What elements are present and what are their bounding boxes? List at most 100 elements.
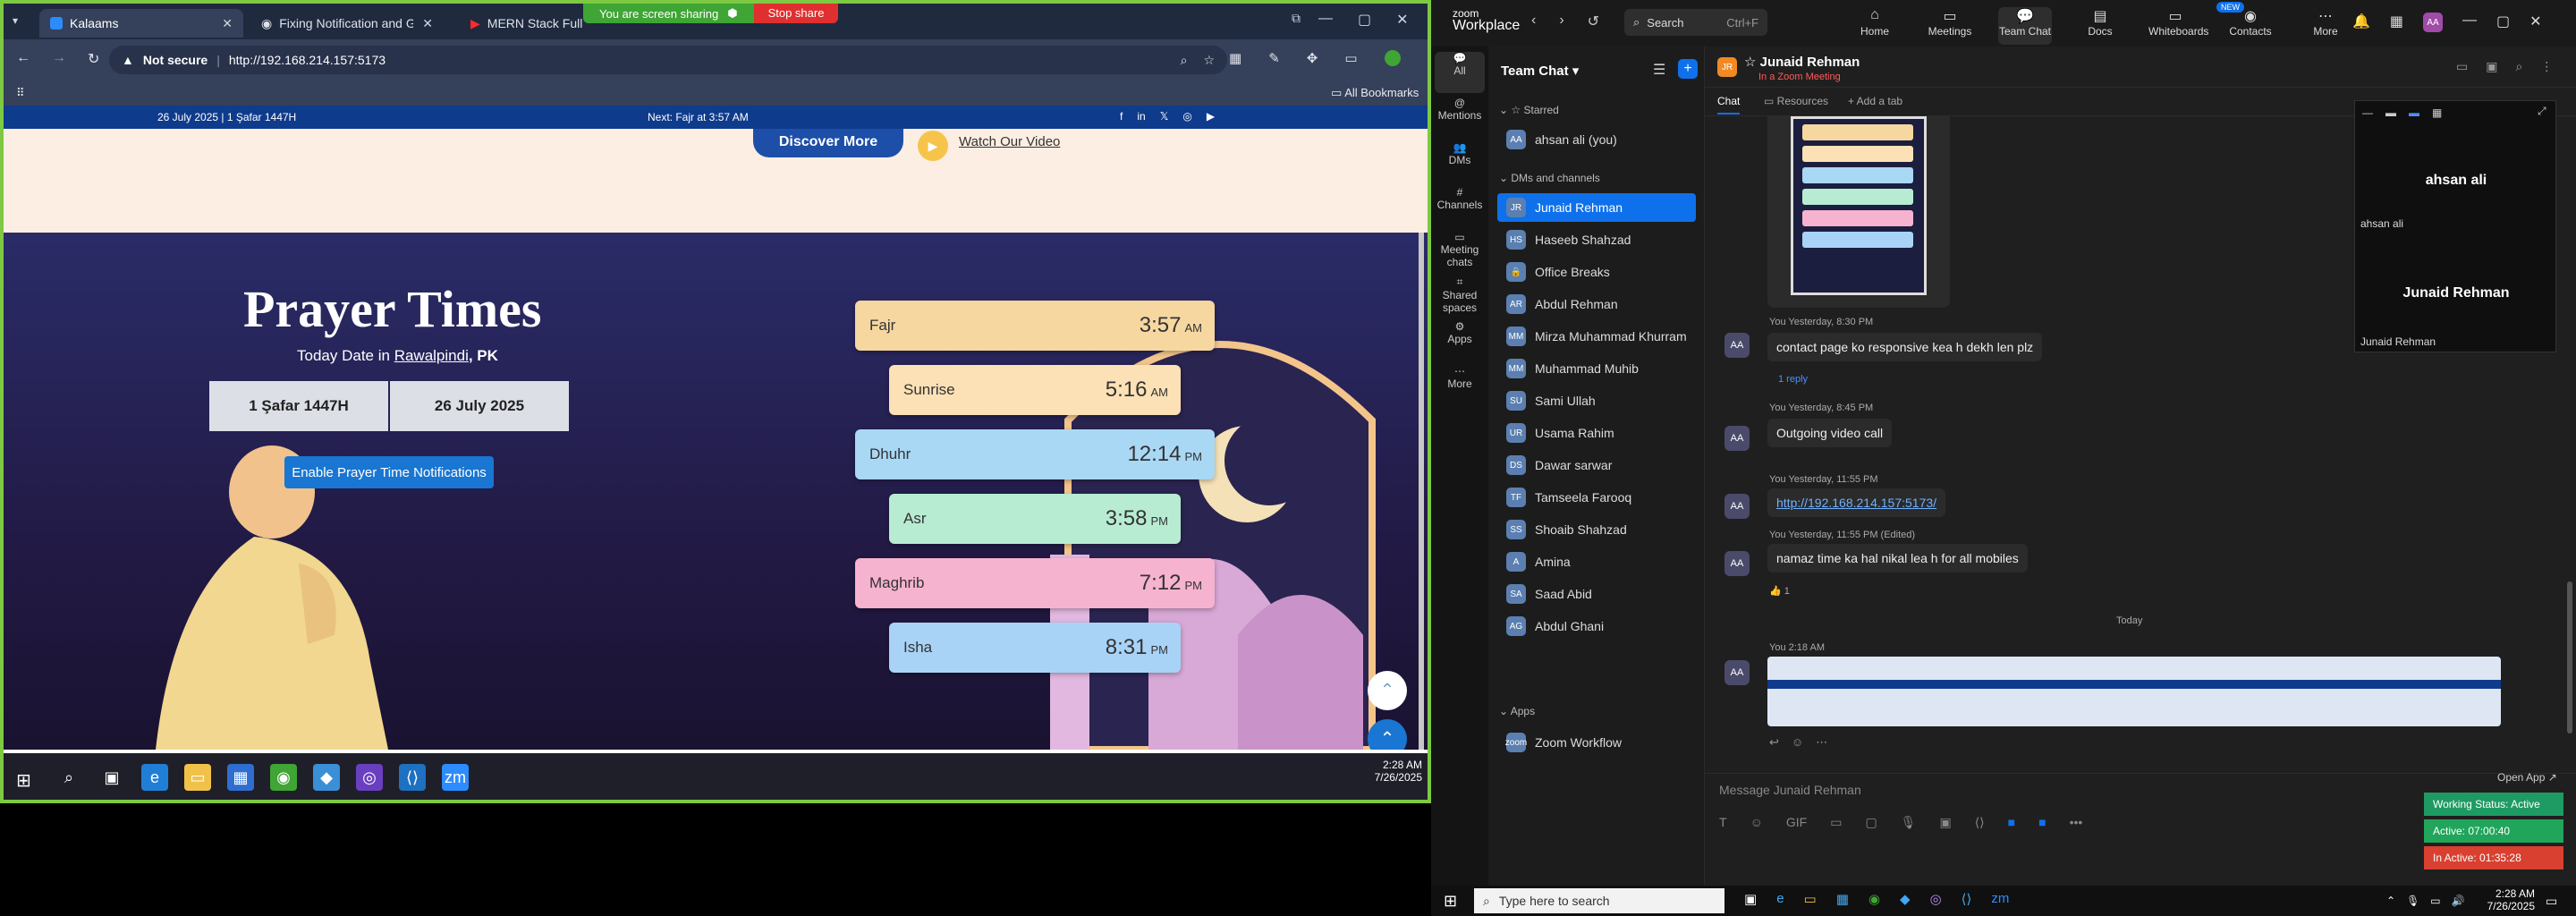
sidebar-channels[interactable]: # Channels — [1435, 186, 1485, 211]
start-icon[interactable]: ⊞ — [1444, 892, 1457, 911]
apps-icon[interactable]: ▦ — [2390, 13, 2403, 32]
message-link[interactable]: http://192.168.214.157:5173/ — [1776, 496, 1936, 510]
nav-more[interactable]: ⋯ More — [2299, 7, 2352, 38]
team-chat-title[interactable]: Team Chat ▾ — [1501, 63, 1579, 79]
x-icon[interactable]: 𝕏 — [1160, 110, 1169, 123]
user-avatar[interactable]: AA — [2423, 13, 2444, 32]
sidebar-shared-spaces[interactable]: ⌗ Shared spaces — [1435, 276, 1485, 314]
screenshot-icon[interactable]: ▢ — [1865, 815, 1877, 830]
expand-icon[interactable]: ⤢ — [2538, 105, 2546, 118]
close-icon[interactable]: ✕ — [222, 16, 233, 31]
pen-icon[interactable]: ✎ — [1268, 50, 1280, 66]
nav-docs[interactable]: ▤ Docs — [2073, 7, 2127, 38]
emoji-icon[interactable]: ☺ — [1750, 815, 1763, 830]
chat-list-item[interactable]: UR Usama Rahim — [1497, 419, 1696, 447]
video-panel[interactable]: — ▬ ▬ ▦ ⤢ ahsan ali ahsan ali Junaid Reh… — [2354, 100, 2556, 352]
screenshot-attachment[interactable] — [1767, 657, 2501, 726]
tab-chat[interactable]: Chat — [1717, 95, 1741, 114]
more-icon[interactable]: ⋯ — [1816, 735, 1827, 750]
store-icon[interactable]: ▦ — [1836, 891, 1849, 907]
mic-icon[interactable]: 🎙 — [1901, 815, 1917, 830]
new-chat-button[interactable]: + — [1678, 59, 1698, 79]
open-app-link[interactable]: Open App ↗ — [2497, 771, 2557, 784]
discover-more-button[interactable]: Discover More — [753, 129, 903, 157]
format-icon[interactable]: T — [1719, 815, 1727, 830]
scrollbar[interactable] — [1419, 233, 1424, 750]
chat-list-item[interactable]: SA Saad Abid — [1497, 580, 1696, 608]
video-message-icon[interactable]: ▣ — [1939, 815, 1951, 830]
app-icon[interactable]: ■ — [2008, 815, 2015, 830]
layout-icon[interactable]: ▬ — [2409, 106, 2419, 119]
task-view-icon[interactable]: ▣ — [1744, 891, 1757, 907]
notification-icon[interactable]: ▭ — [2546, 894, 2557, 909]
edge-icon[interactable]: e — [1776, 891, 1784, 907]
city-link[interactable]: Rawalpindi — [394, 347, 469, 364]
nav-meetings[interactable]: ▭ Meetings — [1923, 7, 1977, 38]
reply-icon[interactable]: ↩ — [1769, 735, 1779, 750]
layout-icon[interactable]: ▬ — [2385, 106, 2396, 119]
chrome-icon[interactable]: ◉ — [1868, 891, 1880, 907]
chat-list-item[interactable]: MM Mirza Muhammad Khurram — [1497, 322, 1696, 351]
facebook-icon[interactable]: f — [1120, 110, 1123, 123]
back-icon[interactable]: ‹ — [1531, 13, 1536, 30]
enable-notifications-button[interactable]: Enable Prayer Time Notifications — [284, 456, 494, 488]
gif-icon[interactable]: GIF — [1786, 815, 1807, 830]
more-icon[interactable]: ⋮ — [2540, 59, 2553, 74]
sidebar-meeting-chats[interactable]: ▭ Meeting chats — [1435, 231, 1485, 268]
zoom-icon[interactable]: ⌕ — [1181, 53, 1188, 68]
network-icon[interactable]: ▭ — [2430, 895, 2440, 907]
chat-list-item[interactable]: JR Junaid Rehman — [1497, 193, 1696, 222]
emoji-icon[interactable]: ☺ — [1792, 735, 1803, 750]
chat-list-item[interactable]: MM Muhammad Muhib — [1497, 354, 1696, 383]
task-view-icon[interactable]: ▣ — [98, 764, 125, 791]
stop-share-button[interactable]: Stop share — [753, 4, 839, 23]
nav-whiteboards[interactable]: ▭ Whiteboards — [2148, 7, 2208, 38]
app-icon[interactable]: ■ — [2038, 815, 2046, 830]
reply-link[interactable]: 1 reply — [1778, 374, 1808, 385]
video-icon[interactable]: ▭ — [2456, 59, 2468, 74]
image-attachment[interactable] — [1767, 116, 1950, 308]
address-input[interactable]: ▲ Not secure | http://192.168.214.157:51… — [109, 46, 1227, 74]
github-icon[interactable]: ◎ — [1930, 891, 1942, 907]
chat-list-item[interactable]: AG Abdul Ghani — [1497, 612, 1696, 640]
close-icon[interactable]: ✕ — [1396, 11, 1408, 29]
all-bookmarks[interactable]: ▭ All Bookmarks — [1331, 86, 1419, 100]
watch-video-link[interactable]: Watch Our Video — [959, 134, 1060, 149]
sidebar-icon[interactable]: ▭ — [1344, 50, 1357, 66]
chat-list-item[interactable]: AA ahsan ali (you) — [1497, 125, 1696, 154]
play-icon[interactable]: ▶ — [918, 131, 948, 161]
chat-list-item[interactable]: 🔒 Office Breaks — [1497, 258, 1696, 286]
sidebar-mentions[interactable]: @ Mentions — [1435, 97, 1485, 122]
tab-kalaams[interactable]: Kalaams ✕ — [39, 9, 243, 38]
app-icon[interactable]: ◆ — [313, 764, 340, 791]
start-icon[interactable]: ⊞ — [16, 769, 31, 792]
folder-icon[interactable]: ▭ — [1804, 891, 1817, 907]
tab-mern[interactable]: ▶ MERN Stack Full Cou — [460, 9, 594, 38]
minimize-icon[interactable]: — — [2462, 13, 2477, 32]
close-icon[interactable]: ✕ — [422, 16, 433, 31]
tab-search-icon[interactable]: ▾ — [13, 14, 18, 27]
sidebar-all[interactable]: 💬 All — [1435, 52, 1485, 93]
history-icon[interactable]: ↺ — [1588, 13, 1599, 30]
edge-icon[interactable]: e — [141, 764, 168, 791]
sidebar-apps[interactable]: ⚙ Apps — [1435, 320, 1485, 345]
maximize-icon[interactable]: ▢ — [2496, 13, 2510, 32]
store-icon[interactable]: ▦ — [227, 764, 254, 791]
scroll-up-icon[interactable]: ⌃ — [1368, 671, 1407, 710]
tab-fixing[interactable]: ◉ Fixing Notification and Geoloca ✕ — [250, 9, 444, 38]
sidebar-more[interactable]: ⋯ More — [1435, 365, 1485, 390]
maximize-icon[interactable]: ▢ — [1358, 11, 1371, 29]
close-icon[interactable]: ✕ — [2529, 13, 2541, 32]
tab-resources[interactable]: ▭ Resources — [1764, 95, 1828, 107]
vscode-icon[interactable]: ⟨⟩ — [399, 764, 426, 791]
chrome-icon[interactable]: ◉ — [270, 764, 297, 791]
add-tab-button[interactable]: + Add a tab — [1848, 95, 1902, 107]
instagram-icon[interactable]: ◎ — [1182, 110, 1191, 123]
chat-list-item[interactable]: SS Shoaib Shahzad — [1497, 515, 1696, 544]
file-icon[interactable]: ▭ — [1830, 815, 1842, 830]
zoom-search-input[interactable]: ⌕ Search Ctrl+F — [1624, 9, 1767, 36]
chevron-up-icon[interactable]: ⌃ — [2386, 895, 2395, 907]
nav-home[interactable]: ⌂ Home — [1848, 7, 1902, 38]
chat-title[interactable]: ☆ Junaid Rehman — [1744, 54, 1860, 70]
app-icon[interactable]: ◆ — [1900, 891, 1911, 907]
